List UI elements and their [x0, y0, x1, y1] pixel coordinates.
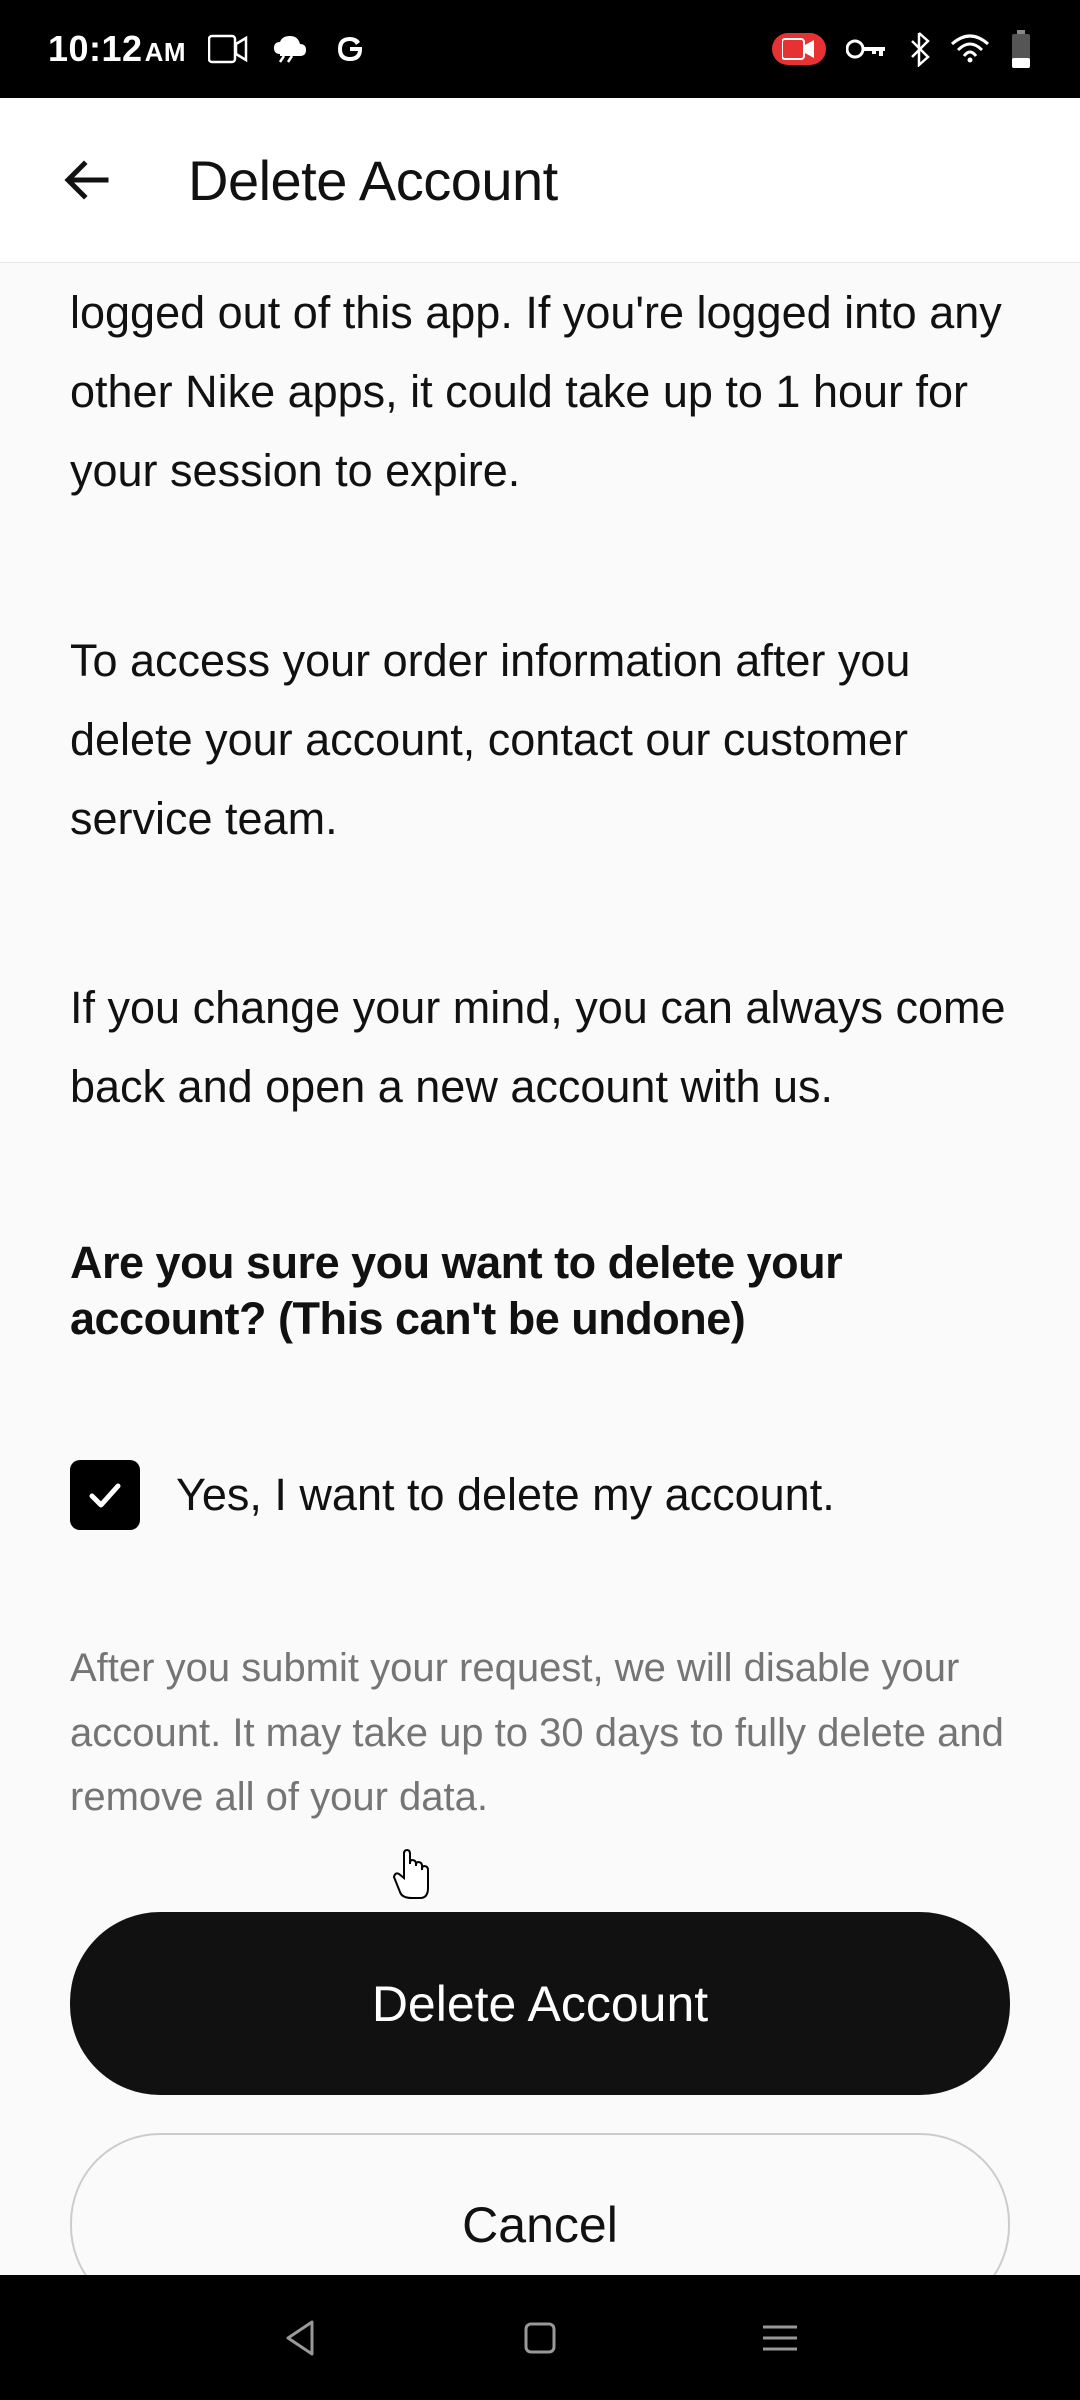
battery-icon [1010, 30, 1032, 68]
video-camera-icon [208, 34, 248, 64]
confirm-checkbox[interactable] [70, 1460, 140, 1530]
confirm-checkbox-row: Yes, I want to delete my account. [70, 1460, 1010, 1530]
confirm-question: Are you sure you want to delete your acc… [70, 1235, 1010, 1348]
menu-recent-icon [761, 2323, 799, 2353]
page-title: Delete Account [188, 148, 558, 213]
system-nav-bar [0, 2275, 1080, 2400]
arrow-left-icon [58, 150, 118, 210]
key-icon [846, 38, 888, 60]
cloud-icon [270, 34, 310, 64]
confirm-checkbox-label: Yes, I want to delete my account. [176, 1466, 835, 1525]
nav-back-button[interactable] [270, 2308, 330, 2368]
info-paragraph-3: If you change your mind, you can always … [70, 968, 1010, 1126]
content-area: logged out of this app. If you're logged… [0, 263, 1080, 2275]
app-header: Delete Account [0, 98, 1080, 263]
cancel-button-label: Cancel [462, 2196, 618, 2254]
info-paragraph-1: logged out of this app. If you're logged… [70, 273, 1010, 511]
wifi-icon [950, 34, 990, 64]
triangle-back-icon [282, 2318, 318, 2358]
time-value: 10:12 [48, 28, 143, 69]
cancel-button[interactable]: Cancel [70, 2133, 1010, 2275]
status-right [772, 30, 1032, 68]
bluetooth-icon [908, 31, 930, 67]
nav-recent-button[interactable] [750, 2308, 810, 2368]
status-left: 10:12AM [48, 28, 368, 70]
nav-home-button[interactable] [510, 2308, 570, 2368]
status-bar: 10:12AM [0, 0, 1080, 98]
record-icon [772, 33, 826, 65]
delete-account-button[interactable]: Delete Account [70, 1912, 1010, 2095]
info-paragraph-2: To access your order information after y… [70, 621, 1010, 859]
status-time: 10:12AM [48, 28, 186, 70]
time-ampm: AM [145, 37, 186, 67]
delete-account-button-label: Delete Account [372, 1975, 708, 2033]
check-icon [84, 1474, 126, 1516]
google-icon [332, 31, 368, 67]
disclaimer-text: After you submit your request, we will d… [70, 1636, 1010, 1830]
back-button[interactable] [48, 140, 128, 220]
square-home-icon [522, 2320, 558, 2356]
